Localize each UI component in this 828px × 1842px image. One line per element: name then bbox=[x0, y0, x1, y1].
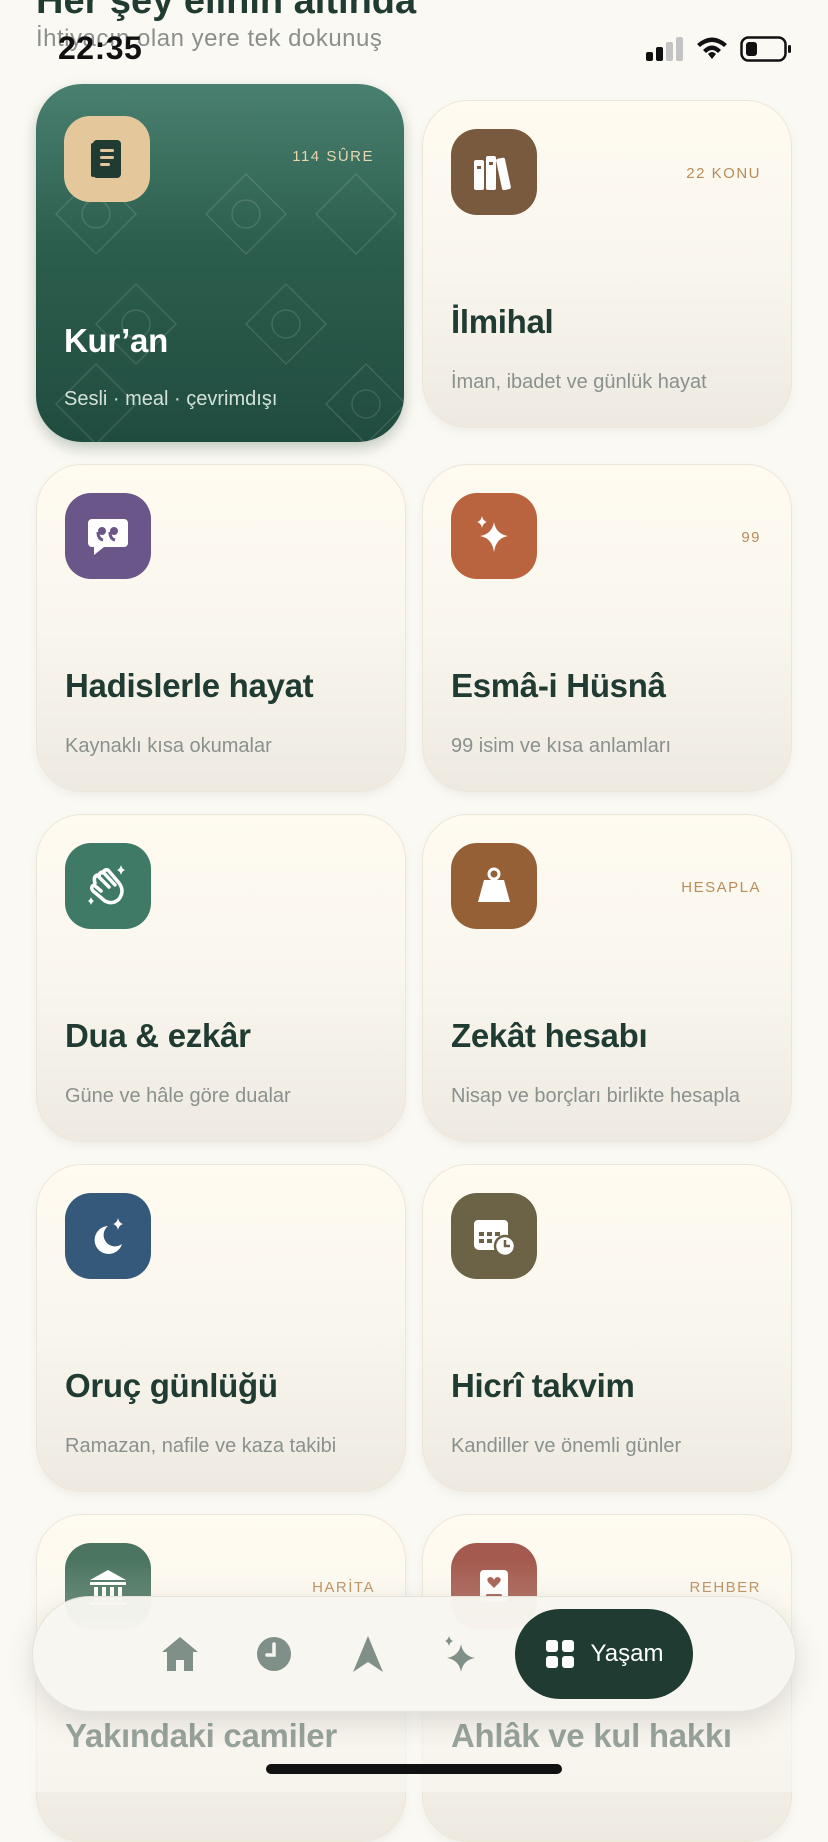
status-icons bbox=[646, 36, 792, 62]
card-title: Kur’an bbox=[64, 322, 168, 359]
card-oruc[interactable]: Oruç günlüğü Ramazan, nafile ve kaza tak… bbox=[36, 1164, 406, 1492]
card-hicri[interactable]: Hicrî takvim Kandiller ve önemli günler bbox=[422, 1164, 792, 1492]
quran-book-icon bbox=[64, 116, 150, 202]
tab-yasam[interactable]: Yaşam bbox=[515, 1609, 693, 1699]
card-subtitle: 99 isim ve kısa anlamları bbox=[451, 735, 672, 757]
card-badge: HESAPLA bbox=[681, 879, 761, 896]
compass-arrow-icon bbox=[353, 1636, 383, 1672]
card-badge: HARİTA bbox=[312, 1579, 375, 1596]
battery-icon bbox=[740, 36, 791, 62]
card-subtitle: Kandiller ve önemli günler bbox=[451, 1435, 682, 1457]
status-bar: 22:35 bbox=[0, 0, 828, 100]
card-esma[interactable]: 99 Esmâ-i Hüsnâ 99 isim ve kısa anlamlar… bbox=[422, 464, 792, 792]
home-icon bbox=[162, 1637, 198, 1671]
card-hadis[interactable]: Hadislerle hayat Kaynaklı kısa okumalar bbox=[36, 464, 406, 792]
books-icon bbox=[451, 129, 537, 215]
cellular-signal-icon bbox=[646, 37, 683, 61]
calendar-clock-icon bbox=[451, 1193, 537, 1279]
card-badge: 99 bbox=[741, 529, 761, 546]
sparkle-icon bbox=[445, 1636, 475, 1672]
card-title: Zekât hesabı bbox=[451, 1017, 648, 1054]
card-badge: 114 SÛRE bbox=[292, 148, 374, 165]
tab-discover[interactable] bbox=[435, 1629, 485, 1679]
card-badge: REHBER bbox=[689, 1579, 761, 1596]
card-ilmihal[interactable]: 22 KONU İlmihal İman, ibadet ve günlük h… bbox=[422, 100, 792, 428]
card-title: Hadislerle hayat bbox=[65, 667, 314, 704]
sparkle-icon bbox=[451, 493, 537, 579]
tab-home[interactable] bbox=[155, 1629, 205, 1679]
card-subtitle: Güne ve hâle göre dualar bbox=[65, 1085, 291, 1107]
card-dua[interactable]: Dua & ezkâr Güne ve hâle göre dualar bbox=[36, 814, 406, 1142]
card-title: Ahlâk ve kul hakkı bbox=[451, 1717, 732, 1754]
card-subtitle: Nisap ve borçları birlikte hesapla bbox=[451, 1085, 741, 1107]
card-badge: 22 KONU bbox=[686, 165, 761, 182]
card-quran[interactable]: 114 SÛRE Kur’an Sesli · meal · çevrimdış… bbox=[36, 84, 404, 442]
card-title: Dua & ezkâr bbox=[65, 1017, 251, 1054]
card-subtitle: Ramazan, nafile ve kaza takibi bbox=[65, 1435, 337, 1457]
moon-star-icon bbox=[65, 1193, 151, 1279]
card-title: Hicrî takvim bbox=[451, 1367, 635, 1404]
weight-icon bbox=[451, 843, 537, 929]
grid-icon bbox=[545, 1640, 574, 1668]
card-subtitle: Sesli · meal · çevrimdışı bbox=[64, 388, 278, 410]
tab-prayer-times[interactable] bbox=[249, 1629, 299, 1679]
wifi-icon bbox=[697, 37, 727, 59]
tab-yasam-label: Yaşam bbox=[590, 1640, 664, 1667]
quote-bubble-icon bbox=[65, 493, 151, 579]
card-subtitle: Kaynaklı kısa okumalar bbox=[65, 735, 272, 757]
card-title: Yakındaki camiler bbox=[65, 1717, 337, 1754]
status-time: 22:35 bbox=[58, 30, 143, 66]
card-zekat[interactable]: HESAPLA Zekât hesabı Nisap ve borçları b… bbox=[422, 814, 792, 1142]
clock-icon bbox=[257, 1637, 291, 1671]
card-subtitle: İman, ibadet ve günlük hayat bbox=[451, 371, 707, 393]
tab-qibla[interactable] bbox=[343, 1629, 393, 1679]
home-indicator[interactable] bbox=[266, 1764, 562, 1774]
praying-hands-icon bbox=[65, 843, 151, 929]
card-title: Esmâ-i Hüsnâ bbox=[451, 667, 666, 704]
tab-bar: Yaşam bbox=[32, 1596, 796, 1712]
card-title: İlmihal bbox=[451, 303, 554, 340]
card-title: Oruç günlüğü bbox=[65, 1367, 278, 1404]
